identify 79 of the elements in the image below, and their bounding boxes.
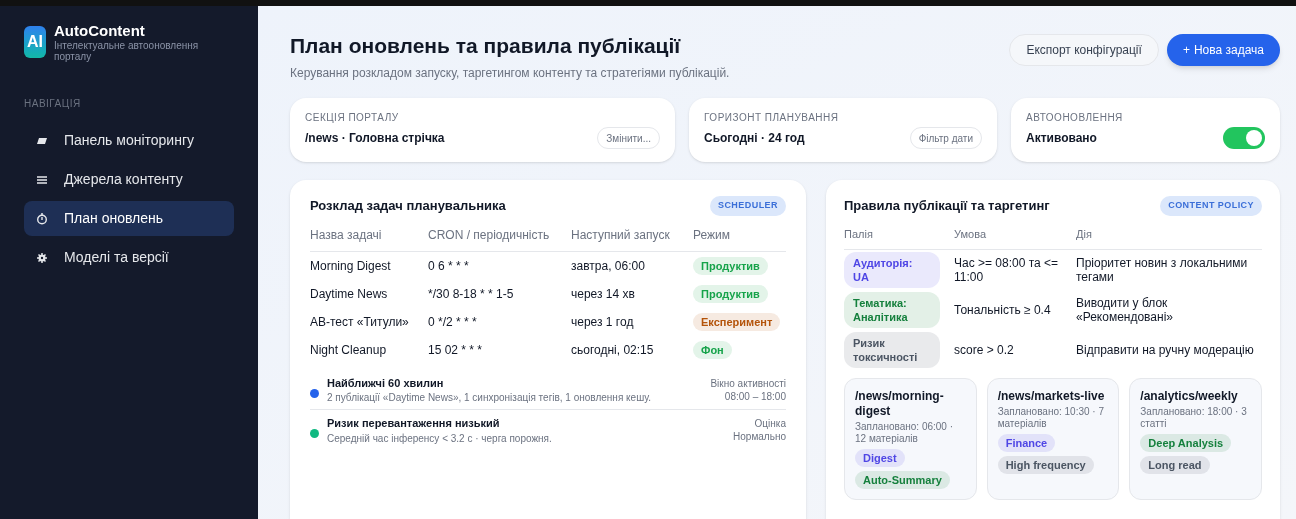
- page-path: /analytics/weekly: [1140, 389, 1239, 404]
- column-header: Дія: [1076, 226, 1093, 242]
- page-path: /news/morning-digest: [855, 389, 945, 419]
- column-header: Палія: [844, 226, 874, 242]
- event-side-value: 08:00 – 18:00: [724, 389, 786, 403]
- condition-cell-text: score > 0.2: [954, 343, 1015, 357]
- task-name: Morning Digest: [310, 257, 392, 275]
- tag: Продуктив: [693, 256, 768, 275]
- next-run-cell-text: через 1 год: [571, 313, 635, 331]
- toggle-switch[interactable]: [1223, 127, 1265, 149]
- action-cell-text: Виводити у блок «Рекомендовані»: [1076, 296, 1174, 324]
- column-header: CRON / періодичність: [428, 226, 551, 244]
- timer-icon: [36, 212, 48, 225]
- event-title: Найближчі 60 хвилин: [327, 375, 445, 391]
- page-schedule: Заплановано: 18:00 · 3 статті: [1140, 406, 1248, 430]
- filter-value: Сьогодні · 24 год: [704, 130, 805, 147]
- new-task-button[interactable]: + Нова задача: [1166, 34, 1280, 66]
- gear-icon: [36, 251, 48, 264]
- action-cell-text: Відправити на ручну модерацію: [1076, 343, 1255, 357]
- tag: Експеримент: [693, 312, 781, 331]
- tag: Deep Analysis: [1140, 434, 1232, 452]
- page-schedule: Заплановано: 06:00 · 12 матеріалів: [855, 421, 955, 445]
- event-title: Ризик перевантаження низький: [327, 416, 501, 431]
- tag: Auto-Summary: [855, 471, 950, 489]
- event-side-label: Вікно активності: [710, 376, 786, 390]
- event-text: Середній час інференсу < 3.2 с · черга порожня.: [327, 431, 553, 445]
- nav-item[interactable]: Моделі та версії: [24, 240, 234, 275]
- tag: Ризик токсичності: [844, 332, 940, 368]
- tag: Аудиторія: UA: [844, 252, 940, 288]
- tag: Long read: [1140, 456, 1210, 474]
- task-name: Night Cleanup: [310, 341, 388, 359]
- condition-cell-text: Тональність ≥ 0.4: [954, 303, 1052, 317]
- filter-label: АВТООНОВЛЕННЯ: [1026, 111, 1124, 125]
- event-side-value: Нормально: [733, 430, 786, 443]
- condition-cell-text: Час >= 08:00 та <= 11:00: [954, 256, 1060, 284]
- column-header: Назва задачі: [310, 226, 383, 244]
- panel-badge: SCHEDULER: [709, 196, 786, 216]
- nav-item[interactable]: План оновлень: [24, 201, 234, 236]
- list-icon: [36, 173, 48, 186]
- export-button[interactable]: Експорт конфігурації: [1009, 34, 1159, 66]
- task-name: AB-тест «Титули»: [310, 313, 410, 331]
- page-path: /news/markets-live: [997, 389, 1106, 404]
- panel-badge: CONTENT POLICY: [1160, 196, 1262, 216]
- tag: Тематика: Аналітика: [844, 292, 940, 328]
- cron-cell-text: */30 8-18 * * 1-5: [428, 285, 515, 303]
- next-run-cell-text: завтра, 06:00: [571, 257, 646, 275]
- filter-label: ГОРИЗОНТ ПЛАНУВАННЯ: [704, 111, 840, 125]
- nav-item[interactable]: Панель моніторингу: [24, 123, 234, 158]
- page-subtitle: Керування розкладом запуску, таргетингом контенту та стратегіями публікацій.: [290, 65, 730, 82]
- column-header: Наступний запуск: [571, 226, 671, 244]
- cron-cell-text: 15 02 * * *: [428, 341, 484, 359]
- column-header: Умова: [954, 226, 987, 242]
- column-header: Режим: [693, 226, 731, 244]
- tag: Digest: [855, 449, 905, 467]
- cron-cell-text: 0 */2 * * *: [428, 313, 478, 331]
- next-run-cell-text: через 14 хв: [571, 285, 636, 303]
- event-side-label: Оцінка: [754, 417, 786, 430]
- page-schedule: Заплановано: 10:30 · 7 матеріалів: [997, 406, 1106, 430]
- app-name: AutoContent: [54, 22, 146, 40]
- plus-icon: +: [1182, 41, 1190, 59]
- app-tagline: Інтелектуальне автооновлення порталу: [54, 40, 200, 62]
- cron-cell-text: 0 6 * * *: [428, 257, 470, 275]
- tag: Фон: [693, 340, 732, 359]
- tag: Продуктив: [693, 284, 768, 303]
- panel-title: Розклад задач планувальника: [310, 197, 506, 215]
- filter-label: СЕКЦІЯ ПОРТАЛУ: [305, 111, 400, 125]
- filter-value: /news · Головна стрічка: [305, 130, 445, 147]
- filter-value: Активовано: [1026, 130, 1097, 147]
- event-text: 2 публікації «Daytime News», 1 синхронізація тегів, 1 оновлення кешу.: [327, 391, 652, 404]
- nav-item[interactable]: Джерела контенту: [24, 162, 234, 197]
- task-name: Daytime News: [310, 285, 389, 303]
- tag: Finance: [997, 434, 1056, 452]
- action-cell-text: Пріоритет новин з локальними тегами: [1076, 256, 1249, 284]
- panel-title: Правила публікації та таргетинг: [844, 197, 1050, 215]
- section-label: НАВІГАЦІЯ: [24, 97, 82, 111]
- tag: High frequency: [997, 456, 1094, 474]
- page-title: План оновлень та правила публікації: [290, 33, 682, 59]
- logo: AI: [24, 26, 46, 58]
- next-run-cell-text: сьогодні, 02:15: [571, 341, 655, 359]
